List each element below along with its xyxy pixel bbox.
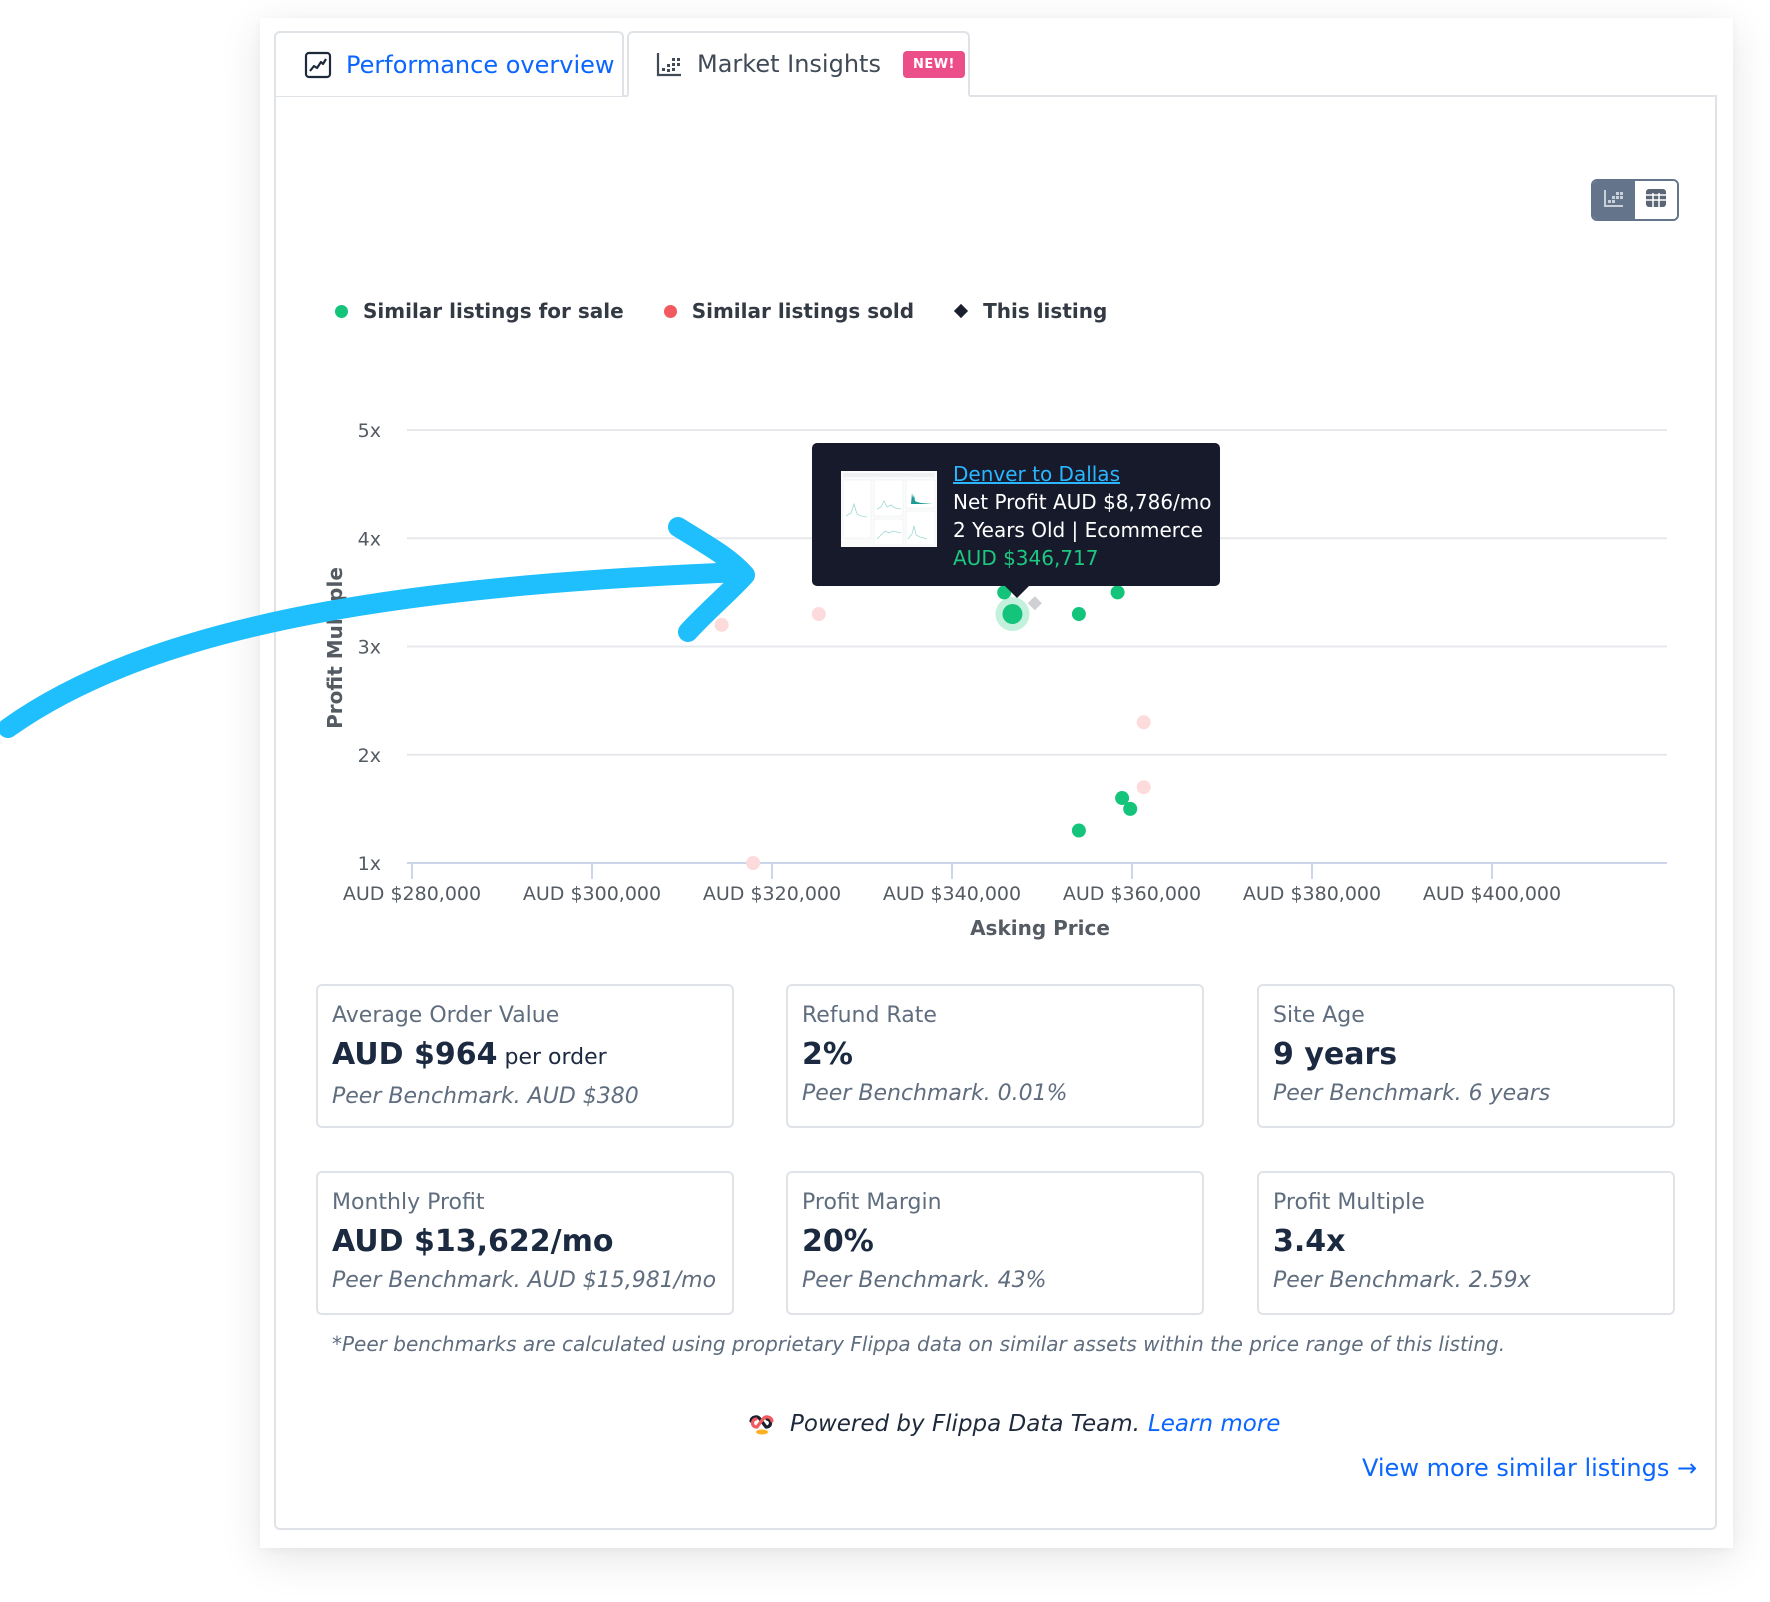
stat-value: 3.4x	[1273, 1224, 1346, 1259]
scatter-chart-icon	[1603, 188, 1625, 212]
stat-value-number: AUD $964	[332, 1037, 498, 1072]
stat-label: Refund Rate	[802, 1003, 937, 1028]
stat-card-profit-margin: Profit Margin 20% Peer Benchmark. 43%	[786, 1171, 1204, 1315]
stat-label: Profit Multiple	[1273, 1190, 1425, 1215]
stat-card-average-order-value: Average Order Value AUD $964 per order P…	[316, 984, 734, 1128]
stat-benchmark: Peer Benchmark. 2.59x	[1273, 1268, 1531, 1293]
red-dot-icon	[663, 304, 677, 318]
stat-benchmark: Peer Benchmark. 0.01%	[802, 1081, 1068, 1106]
stat-card-monthly-profit: Monthly Profit AUD $13,622/mo Peer Bench…	[316, 1171, 734, 1315]
stat-card-profit-multiple: Profit Multiple 3.4x Peer Benchmark. 2.5…	[1257, 1171, 1675, 1315]
tab-label: Market Insights	[697, 50, 881, 78]
sold-point[interactable]	[1136, 715, 1151, 730]
stat-value: 9 years	[1273, 1037, 1398, 1072]
stat-value: AUD $964 per order	[332, 1033, 718, 1080]
for-sale-point[interactable]	[1071, 823, 1086, 838]
view-toggle	[1591, 179, 1679, 221]
sold-point[interactable]	[714, 617, 729, 632]
stat-value: 20%	[802, 1224, 874, 1259]
stat-benchmark: Peer Benchmark. AUD $15,981/mo	[332, 1268, 717, 1293]
listing-price: AUD $346,717	[953, 546, 1099, 570]
table-icon	[1645, 188, 1667, 212]
chart-view-button[interactable]	[1593, 181, 1635, 219]
for-sale-point[interactable]	[1071, 607, 1086, 622]
stat-value: 2%	[802, 1037, 853, 1072]
table-view-button[interactable]	[1635, 181, 1677, 219]
legend-label: This listing	[983, 299, 1108, 323]
stat-value: AUD $13,622/mo	[332, 1224, 614, 1259]
diamond-icon	[954, 303, 969, 319]
highlighted-listing-point[interactable]	[1002, 604, 1023, 625]
stat-card-site-age: Site Age 9 years Peer Benchmark. 6 years	[1257, 984, 1675, 1128]
legend-item-sold[interactable]: Similar listings sold	[663, 299, 915, 323]
for-sale-point[interactable]	[1123, 801, 1138, 816]
tooltip-text: Denver to Dallas Net Profit AUD $8,786/m…	[953, 460, 1212, 572]
stat-unit: per order	[497, 1045, 607, 1070]
legend-label: Similar listings sold	[691, 299, 915, 323]
stat-benchmark: Peer Benchmark. AUD $380	[332, 1084, 639, 1109]
sold-point[interactable]	[811, 607, 826, 622]
scatter-chart-icon	[655, 50, 683, 78]
stat-benchmark: Peer Benchmark. 43%	[802, 1268, 1047, 1293]
listing-details: 2 Years Old | Ecommerce	[953, 518, 1203, 542]
listing-thumbnail[interactable]	[841, 471, 937, 547]
for-sale-point[interactable]	[1110, 585, 1125, 600]
new-badge: NEW!	[902, 50, 965, 78]
stat-benchmark: Peer Benchmark. 6 years	[1273, 1081, 1551, 1106]
legend-item-this-listing[interactable]: This listing	[954, 299, 1107, 323]
stat-label: Profit Margin	[802, 1190, 942, 1215]
powered-by: Powered by Flippa Data Team. Learn more	[748, 1408, 1280, 1440]
learn-more-link[interactable]: Learn more	[1148, 1411, 1281, 1437]
listing-tooltip: Denver to Dallas Net Profit AUD $8,786/m…	[812, 443, 1220, 598]
powered-by-text: Powered by Flippa Data Team.	[790, 1411, 1140, 1437]
chart-legend: Similar listings for sale Similar listin…	[335, 296, 1147, 326]
sold-point[interactable]	[1136, 780, 1151, 795]
legend-item-for-sale[interactable]: Similar listings for sale	[335, 299, 624, 323]
stat-label: Average Order Value	[332, 1003, 560, 1028]
tab-market-insights[interactable]: Market Insights NEW!	[627, 31, 970, 97]
stat-label: Monthly Profit	[332, 1190, 485, 1215]
stat-card-refund-rate: Refund Rate 2% Peer Benchmark. 0.01%	[786, 984, 1204, 1128]
listing-net-profit: Net Profit AUD $8,786/mo	[953, 490, 1212, 514]
green-dot-icon	[335, 304, 348, 318]
benchmark-footnote: *Peer benchmarks are calculated using pr…	[332, 1332, 1506, 1356]
line-chart-icon	[304, 51, 332, 79]
stat-label: Site Age	[1273, 1003, 1365, 1028]
view-more-similar-listings-link[interactable]: View more similar listings →	[1362, 1454, 1697, 1482]
flippa-logo-icon	[748, 1413, 776, 1435]
tab-label: Performance overview	[346, 50, 615, 79]
legend-label: Similar listings for sale	[363, 299, 624, 323]
tab-performance-overview[interactable]: Performance overview	[274, 31, 624, 96]
listing-title-link[interactable]: Denver to Dallas	[953, 460, 1212, 488]
sold-point[interactable]	[746, 856, 761, 870]
